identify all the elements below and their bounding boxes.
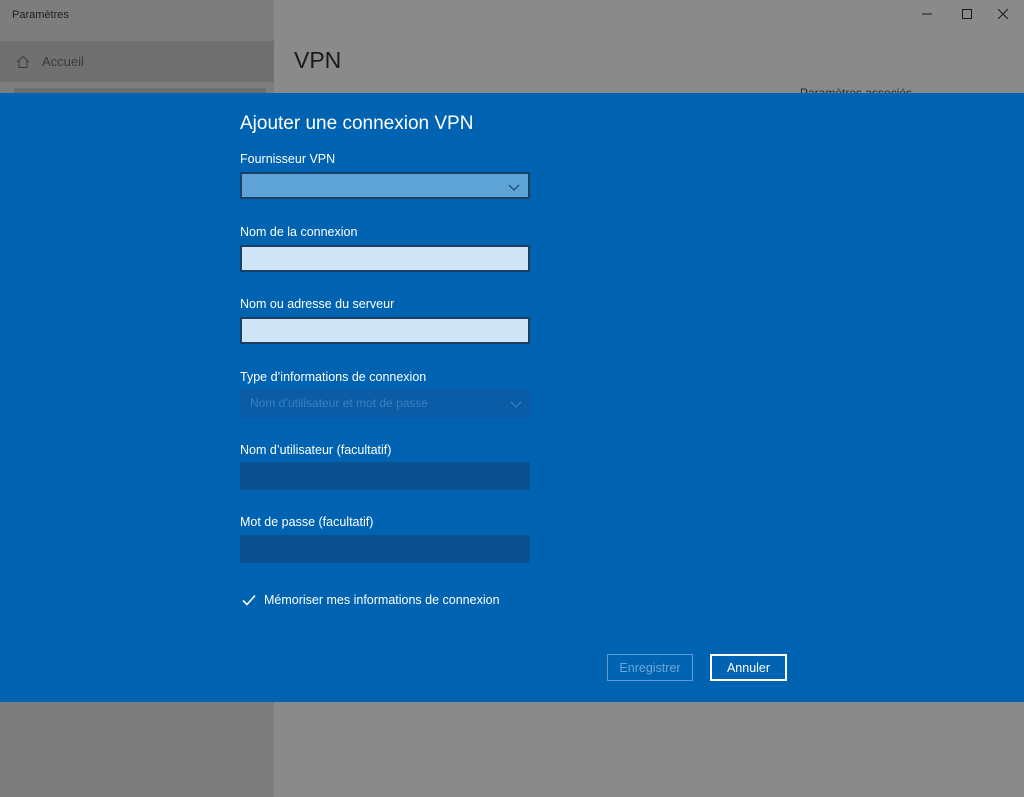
provider-label: Fournisseur VPN (240, 152, 336, 166)
home-icon (16, 55, 30, 69)
sidebar-item-label: Accueil (42, 54, 84, 69)
chevron-down-icon (510, 397, 522, 409)
checkmark-icon (242, 594, 256, 606)
connection-name-label: Nom de la connexion (240, 225, 358, 239)
remember-checkbox-row[interactable]: Mémoriser mes informations de connexion (240, 591, 500, 609)
close-icon (997, 7, 1009, 22)
sign-in-type-label: Type d’informations de connexion (240, 370, 427, 384)
remember-checkbox[interactable] (240, 591, 258, 609)
provider-select[interactable] (240, 172, 530, 199)
minimize-button[interactable] (910, 0, 944, 28)
server-label: Nom ou adresse du serveur (240, 297, 395, 311)
cancel-button[interactable]: Annuler (710, 654, 787, 681)
add-vpn-dialog: Ajouter une connexion VPN Fournisseur VP… (0, 93, 1024, 702)
minimize-icon (922, 7, 932, 22)
username-input[interactable] (240, 462, 530, 490)
close-button[interactable] (986, 0, 1020, 28)
username-label: Nom d’utilisateur (facultatif) (240, 443, 392, 457)
connection-name-input[interactable] (240, 245, 530, 272)
page-title: VPN (294, 47, 342, 73)
maximize-icon (962, 7, 972, 22)
dialog-title: Ajouter une connexion VPN (240, 113, 474, 134)
server-address-input[interactable] (240, 317, 530, 344)
sign-in-type-value: Nom d’utilisateur et mot de passe (250, 396, 429, 410)
maximize-button[interactable] (950, 0, 984, 28)
window-title: Paramètres (12, 9, 69, 21)
save-button[interactable]: Enregistrer (607, 654, 693, 681)
password-input[interactable] (240, 535, 530, 563)
sidebar-item-home[interactable]: Accueil (0, 41, 274, 82)
chevron-down-icon (508, 180, 520, 192)
sign-in-type-select[interactable]: Nom d’utilisateur et mot de passe (240, 389, 530, 417)
related-settings-heading: Paramètres associés (800, 86, 913, 93)
remember-label: Mémoriser mes informations de connexion (264, 593, 500, 607)
password-label: Mot de passe (facultatif) (240, 515, 374, 529)
